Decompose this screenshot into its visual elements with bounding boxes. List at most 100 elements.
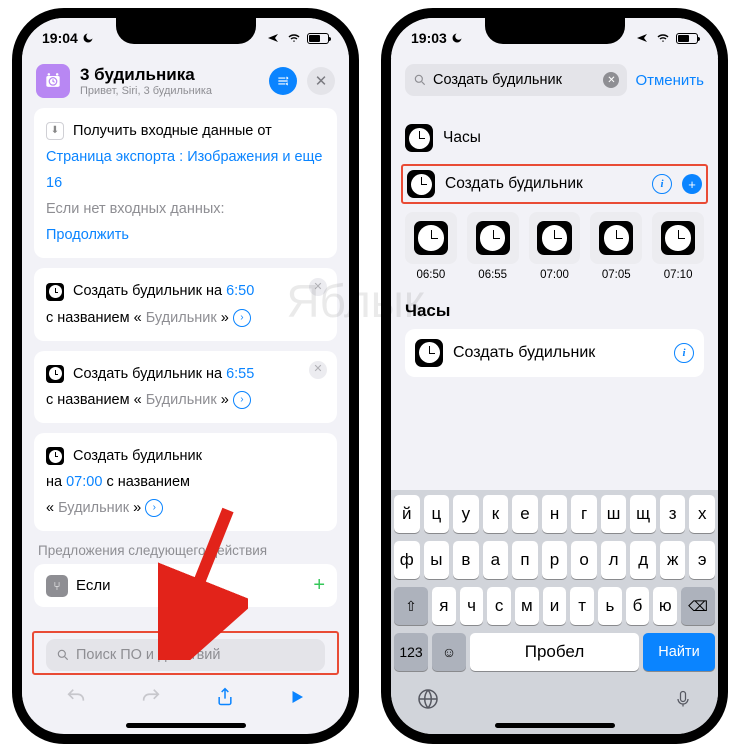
key-ж[interactable]: ж xyxy=(660,541,686,579)
key-г[interactable]: г xyxy=(571,495,597,533)
alarm-thumb[interactable]: 06:55 xyxy=(467,212,519,281)
alarm-name[interactable]: Будильник xyxy=(146,392,217,408)
clock-app-icon xyxy=(405,124,433,152)
key-б[interactable]: б xyxy=(626,587,650,625)
alarm-action-card-1[interactable]: ✕ Создать будильник на 6:55 с названием … xyxy=(34,351,337,423)
key-т[interactable]: т xyxy=(570,587,594,625)
info-button[interactable]: i xyxy=(652,174,672,194)
key-ч[interactable]: ч xyxy=(460,587,484,625)
alarm-thumb[interactable]: 07:10 xyxy=(652,212,704,281)
suggestion-item[interactable]: ⑂ Если + xyxy=(34,564,337,607)
battery-icon xyxy=(676,33,698,44)
alarm-time[interactable]: 6:50 xyxy=(226,283,254,299)
expand-button[interactable]: › xyxy=(145,499,163,517)
alarm-thumb[interactable]: 07:05 xyxy=(590,212,642,281)
run-button[interactable] xyxy=(288,688,306,706)
input-source[interactable]: Страница экспорта xyxy=(46,149,175,165)
find-key[interactable]: Найти xyxy=(643,633,715,671)
close-button[interactable]: ✕ xyxy=(307,67,335,95)
undo-button[interactable] xyxy=(65,686,87,708)
action-row-highlighted[interactable]: Создать будильник i + xyxy=(401,164,708,204)
key-п[interactable]: п xyxy=(512,541,538,579)
key-д[interactable]: д xyxy=(630,541,656,579)
key-ц[interactable]: ц xyxy=(424,495,450,533)
mic-key[interactable] xyxy=(673,687,693,711)
alarm-name[interactable]: Будильник xyxy=(58,500,129,516)
settings-button[interactable] xyxy=(269,67,297,95)
key-о[interactable]: о xyxy=(571,541,597,579)
alarm-thumb[interactable]: 06:50 xyxy=(405,212,457,281)
key-ь[interactable]: ь xyxy=(598,587,622,625)
airplane-icon xyxy=(265,32,281,44)
key-р[interactable]: р xyxy=(542,541,568,579)
action-card[interactable]: Создать будильник i xyxy=(405,329,704,377)
branch-icon: ⑂ xyxy=(46,575,68,597)
bottom-toolbar xyxy=(22,675,349,719)
clock-icon xyxy=(46,283,64,301)
key-м[interactable]: м xyxy=(515,587,539,625)
alarm-thumb[interactable]: 07:00 xyxy=(529,212,581,281)
key-ы[interactable]: ы xyxy=(424,541,450,579)
key-ю[interactable]: ю xyxy=(653,587,677,625)
remove-action-button[interactable]: ✕ xyxy=(309,278,327,296)
key-н[interactable]: н xyxy=(542,495,568,533)
key-з[interactable]: з xyxy=(660,495,686,533)
shortcut-app-icon xyxy=(36,64,70,98)
emoji-key[interactable]: ☺ xyxy=(432,633,466,671)
add-action-button[interactable]: + xyxy=(682,174,702,194)
search-header: Создать будильник ✕ Отменить xyxy=(391,58,718,102)
keyboard: йцукенгшщзх фывапролджэ ⇧ ячсмитьбю ⌫ 12… xyxy=(391,490,718,734)
alarm-time[interactable]: 07:00 xyxy=(66,474,102,490)
alarm-action-card-2[interactable]: Создать будильник на 07:00 с названием «… xyxy=(34,433,337,531)
key-ф[interactable]: ф xyxy=(394,541,420,579)
alarm-name[interactable]: Будильник xyxy=(146,310,217,326)
remove-action-button[interactable]: ✕ xyxy=(309,361,327,379)
key-е[interactable]: е xyxy=(512,495,538,533)
key-й[interactable]: й xyxy=(394,495,420,533)
key-х[interactable]: х xyxy=(689,495,715,533)
status-time: 19:04 xyxy=(42,30,78,46)
search-value: Создать будильник xyxy=(433,72,562,88)
home-indicator[interactable] xyxy=(495,723,615,728)
key-э[interactable]: э xyxy=(689,541,715,579)
input-fallback[interactable]: Продолжить xyxy=(46,227,129,243)
key-и[interactable]: и xyxy=(543,587,567,625)
input-action-card[interactable]: ⬇ Получить входные данные от Страница эк… xyxy=(34,108,337,258)
home-indicator[interactable] xyxy=(126,723,246,728)
search-field[interactable]: Создать будильник ✕ xyxy=(405,64,627,96)
phone-left: 19:04 3 будильника Привет, Siri, 3 будил… xyxy=(12,8,359,744)
alarm-action-card-0[interactable]: ✕ Создать будильник на 6:50 с названием … xyxy=(34,268,337,340)
search-input[interactable]: Поиск ПО и действий xyxy=(46,639,325,671)
add-suggestion-button[interactable]: + xyxy=(313,574,325,597)
clock-icon xyxy=(46,365,64,383)
cancel-button[interactable]: Отменить xyxy=(635,72,704,89)
backspace-key[interactable]: ⌫ xyxy=(681,587,715,625)
app-row[interactable]: Часы xyxy=(405,116,704,160)
input-prefix: Получить входные данные от xyxy=(73,123,272,139)
key-в[interactable]: в xyxy=(453,541,479,579)
key-к[interactable]: к xyxy=(483,495,509,533)
info-button[interactable]: i xyxy=(674,343,694,363)
expand-button[interactable]: › xyxy=(233,391,251,409)
key-у[interactable]: у xyxy=(453,495,479,533)
clear-search-button[interactable]: ✕ xyxy=(603,72,619,88)
notch xyxy=(116,18,256,44)
globe-key[interactable] xyxy=(416,687,440,711)
share-button[interactable] xyxy=(215,686,235,708)
alarm-time[interactable]: 6:55 xyxy=(226,366,254,382)
key-щ[interactable]: щ xyxy=(630,495,656,533)
key-л[interactable]: л xyxy=(601,541,627,579)
no-input-label: Если нет входных данных: xyxy=(46,201,225,217)
key-ш[interactable]: ш xyxy=(601,495,627,533)
space-key[interactable]: Пробел xyxy=(470,633,639,671)
key-а[interactable]: а xyxy=(483,541,509,579)
shift-key[interactable]: ⇧ xyxy=(394,587,428,625)
redo-button[interactable] xyxy=(140,686,162,708)
key-с[interactable]: с xyxy=(487,587,511,625)
notch xyxy=(485,18,625,44)
numbers-key[interactable]: 123 xyxy=(394,633,428,671)
expand-button[interactable]: › xyxy=(233,309,251,327)
suggestions-label: Предложения следующего действия xyxy=(38,543,333,558)
status-time: 19:03 xyxy=(411,30,447,46)
key-я[interactable]: я xyxy=(432,587,456,625)
